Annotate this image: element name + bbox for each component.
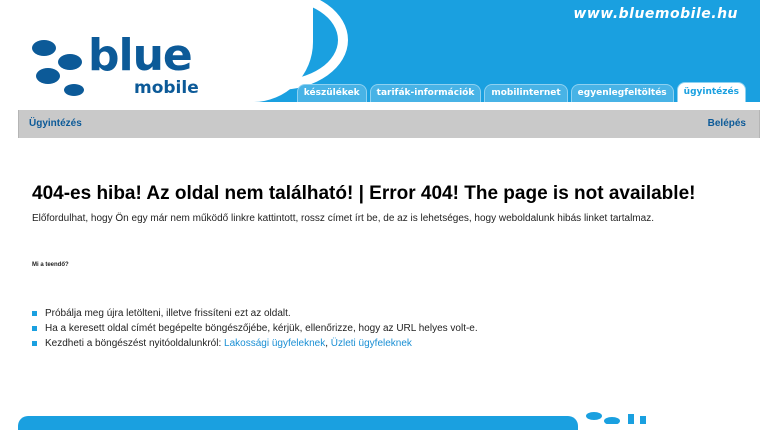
- site-header: blue mobile www.bluemobile.hu készülékek…: [18, 0, 760, 102]
- bullet-icon: [32, 341, 37, 346]
- tab-ugyintezes[interactable]: ügyintézés: [676, 82, 746, 102]
- tip-reload: Próbálja meg újra letölteni, illetve fri…: [45, 308, 291, 319]
- main-content: 404-es hiba! Az oldal nem található! | E…: [32, 183, 752, 351]
- breadcrumb-ugyintezes[interactable]: Ügyintézés: [29, 118, 82, 129]
- page-title: 404-es hiba! Az oldal nem található! | E…: [32, 183, 696, 204]
- tab-tarifak-informaciok[interactable]: tarifák-információk: [369, 84, 482, 102]
- tab-egyenlegfeltoltes[interactable]: egyenlegfeltöltés: [570, 84, 674, 102]
- tab-mobilinternet[interactable]: mobilinternet: [484, 84, 568, 102]
- what-to-do-heading: Mi a teendő?: [32, 262, 69, 268]
- bluemobile-logo[interactable]: blue mobile: [30, 30, 210, 100]
- business-customers-link[interactable]: Üzleti ügyfeleknek: [331, 338, 412, 349]
- logo-subword: mobile: [134, 78, 199, 98]
- sub-navigation-bar: Ügyintézés Belépés: [18, 110, 760, 138]
- tip-check-url: Ha a keresett oldal címét begépelte böng…: [45, 323, 478, 334]
- logo-dots-icon: [32, 40, 84, 96]
- header-swirl-dot: [246, 72, 280, 86]
- residential-customers-link[interactable]: Lakossági ügyfeleknek: [224, 338, 325, 349]
- footer-logo-icon: [586, 412, 646, 424]
- logo-word: blue: [88, 30, 193, 81]
- bullet-icon: [32, 311, 37, 316]
- tab-keszulekek[interactable]: készülékek: [296, 84, 367, 102]
- tip-start-prefix: Kezdheti a böngészést nyitóoldalunkról:: [45, 338, 225, 349]
- tips-list: Próbálja meg újra letölteni, illetve fri…: [32, 306, 752, 351]
- main-nav: készülékek tarifák-információk mobilinte…: [296, 80, 746, 102]
- list-item: Próbálja meg újra letölteni, illetve fri…: [32, 306, 752, 321]
- error-description: Előfordulhat, hogy Ön egy már nem működő…: [32, 213, 654, 224]
- site-url[interactable]: www.bluemobile.hu: [573, 6, 738, 22]
- bullet-icon: [32, 326, 37, 331]
- footer-bar: [18, 416, 578, 430]
- list-item: Kezdheti a böngészést nyitóoldalunkról: …: [32, 336, 752, 351]
- list-item: Ha a keresett oldal címét begépelte böng…: [32, 321, 752, 336]
- login-link[interactable]: Belépés: [708, 118, 746, 129]
